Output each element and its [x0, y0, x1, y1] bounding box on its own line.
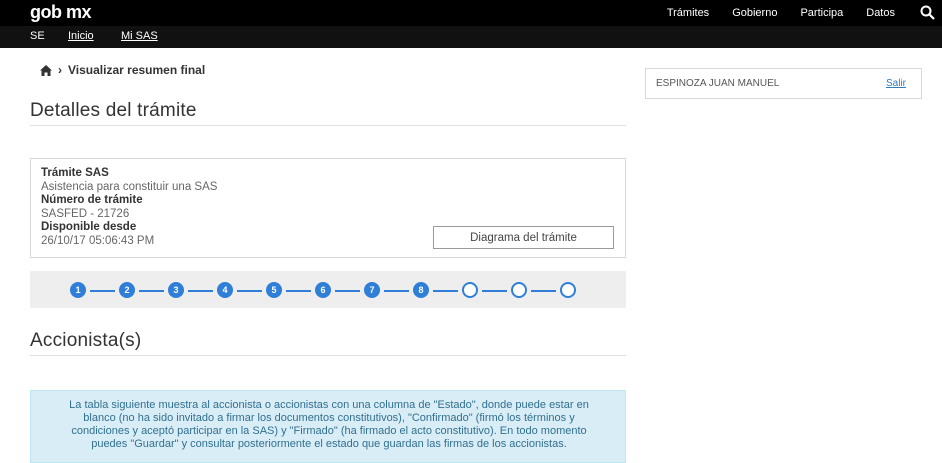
step-2: 2 [119, 282, 135, 298]
step-1: 1 [70, 282, 86, 298]
logout-link[interactable]: Salir [886, 78, 906, 89]
search-icon[interactable] [918, 4, 938, 22]
step-10 [511, 282, 527, 298]
shareholders-heading: Accionista(s) [30, 330, 142, 351]
step-connector [139, 290, 164, 292]
step-6: 6 [315, 282, 331, 298]
tramite-info-panel: Trámite SAS Asistencia para constituir u… [30, 158, 626, 258]
divider [30, 355, 626, 356]
disponible-label: Disponible desde [41, 221, 137, 233]
gobmx-logo[interactable]: gob mx [30, 2, 92, 23]
step-connector [384, 290, 409, 292]
diagram-button[interactable]: Diagrama del trámite [433, 226, 614, 249]
nav-gobierno[interactable]: Gobierno [732, 7, 777, 19]
tramite-value: Asistencia para constituir una SAS [41, 181, 218, 193]
tramite-label: Trámite SAS [41, 167, 109, 179]
user-name: ESPINOZA JUAN MANUEL [656, 78, 780, 89]
numero-label: Número de trámite [41, 194, 143, 206]
nav-tramites[interactable]: Trámites [667, 7, 709, 19]
step-connector [531, 290, 556, 292]
divider [30, 125, 626, 126]
step-7: 7 [364, 282, 380, 298]
step-connector [482, 290, 507, 292]
step-5: 5 [266, 282, 282, 298]
step-connector [90, 290, 115, 292]
nav-datos[interactable]: Datos [866, 7, 895, 19]
step-9 [462, 282, 478, 298]
details-heading: Detalles del trámite [30, 100, 197, 121]
breadcrumb-separator-icon: › [58, 63, 62, 77]
link-inicio[interactable]: Inicio [68, 30, 94, 42]
link-mi-sas[interactable]: Mi SAS [121, 30, 158, 42]
brand-se: SE [30, 30, 45, 42]
breadcrumb-current: Visualizar resumen final [68, 63, 206, 77]
step-connector [335, 290, 360, 292]
step-8: 8 [413, 282, 429, 298]
breadcrumb: › Visualizar resumen final [40, 63, 205, 77]
step-3: 3 [168, 282, 184, 298]
step-connector [286, 290, 311, 292]
info-alert: La tabla siguiente muestra al accionista… [30, 390, 626, 463]
step-4: 4 [217, 282, 233, 298]
step-connector [433, 290, 458, 292]
nav-participa[interactable]: Participa [800, 7, 843, 19]
step-connector [237, 290, 262, 292]
top-nav: Trámites Gobierno Participa Datos [667, 0, 942, 26]
numero-value: SASFED - 21726 [41, 208, 130, 220]
user-panel: ESPINOZA JUAN MANUEL Salir [645, 68, 922, 99]
disponible-value: 26/10/17 05:06:43 PM [41, 235, 155, 247]
home-icon[interactable] [40, 64, 52, 76]
top-navbar: gob mx Trámites Gobierno Participa Datos [0, 0, 942, 26]
step-11 [560, 282, 576, 298]
sub-navbar: SE Inicio Mi SAS [0, 26, 942, 48]
progress-stepper: 1 2 3 4 5 6 7 8 [30, 271, 626, 308]
info-text: La tabla siguiente muestra al accionista… [69, 399, 589, 450]
step-connector [188, 290, 213, 292]
